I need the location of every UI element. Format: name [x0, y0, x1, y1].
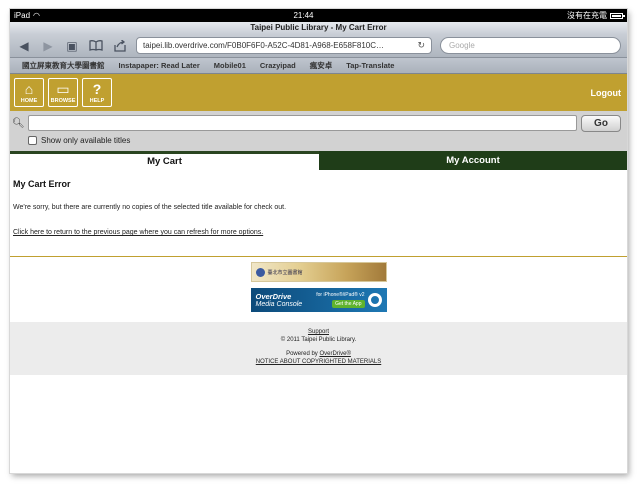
search-icon: 🔍︎ — [12, 117, 25, 129]
help-button[interactable]: ? HELP — [82, 78, 112, 107]
show-available-checkbox[interactable] — [28, 136, 37, 145]
bookmarks-bar: 國立屏東教育大學圖書館 Instapaper: Read Later Mobil… — [10, 58, 627, 74]
get-app-label: Get the App — [332, 300, 365, 308]
divider — [10, 256, 627, 257]
cart-error-content: My Cart Error We're sorry, but there are… — [10, 170, 627, 256]
overdrive-subtitle: Media Console — [255, 300, 303, 308]
help-label: HELP — [89, 98, 105, 104]
address-bar[interactable]: taipei.lib.overdrive.com/F0B0F6F0-A52C-4… — [136, 37, 432, 54]
overdrive-title: OverDrive — [255, 291, 292, 301]
site-footer: Support © 2011 Taipei Public Library. Po… — [10, 322, 627, 375]
reload-icon[interactable]: ↻ — [417, 40, 425, 51]
copyright-notice-link[interactable]: NOTICE ABOUT COPYRIGHTED MATERIALS — [10, 359, 627, 365]
book-icon: ▭ — [56, 81, 70, 97]
home-label: HOME — [20, 98, 38, 104]
overdrive-link[interactable]: OverDrive® — [319, 351, 350, 357]
forward-arrow-icon[interactable]: ▶ — [40, 38, 56, 54]
bookmark-item[interactable]: 國立屏東教育大學圖書館 — [22, 60, 105, 71]
browser-search-input[interactable]: Google — [440, 37, 621, 54]
browse-button[interactable]: ▭ BROWSE — [48, 78, 78, 107]
pages-icon[interactable]: ▣ — [64, 38, 80, 54]
share-icon[interactable] — [112, 38, 128, 54]
account-tabs: My Cart My Account — [10, 151, 627, 170]
browser-page-title: Taipei Public Library - My Cart Error — [10, 22, 627, 34]
site-header: ⌂ HOME ▭ BROWSE ? HELP Logout — [10, 74, 627, 111]
home-icon: ⌂ — [24, 81, 34, 97]
battery-status-text: 沒有在充電 — [567, 11, 607, 20]
back-arrow-icon[interactable]: ◀ — [16, 38, 32, 54]
status-bar: iPad ◠ 21:44 沒有在充電 — [10, 9, 627, 22]
catalog-search-input[interactable] — [28, 115, 577, 131]
wifi-icon: ◠ — [33, 11, 40, 20]
go-button[interactable]: Go — [581, 114, 621, 132]
powered-by-text: Powered by — [286, 351, 320, 357]
support-link[interactable]: Support — [10, 329, 627, 335]
bookmark-item[interactable]: 瘋安卓 — [310, 60, 333, 71]
battery-icon — [610, 12, 625, 19]
bookmark-item[interactable]: Tap-Translate — [346, 61, 394, 70]
overdrive-devices: for iPhone®/iPad® v2 — [316, 292, 365, 298]
library-banner[interactable]: 臺北市立圖書館 — [250, 262, 387, 282]
library-seal-icon — [255, 267, 265, 277]
copyright-text: © 2011 Taipei Public Library. — [280, 337, 357, 343]
page-heading: My Cart Error — [13, 179, 71, 189]
bookmark-item[interactable]: Instapaper: Read Later — [119, 61, 200, 70]
bookmarks-book-icon[interactable] — [88, 38, 104, 54]
ipad-screen: iPad ◠ 21:44 沒有在充電 Taipei Public Library… — [10, 9, 627, 473]
overdrive-logo-icon — [367, 293, 382, 307]
clock: 21:44 — [293, 11, 314, 20]
browse-label: BROWSE — [50, 98, 76, 104]
library-banner-text: 臺北市立圖書館 — [267, 269, 303, 276]
return-link[interactable]: Click here to return to the previous pag… — [13, 229, 263, 236]
show-available-label: Show only available titles — [41, 136, 131, 145]
tab-my-account[interactable]: My Account — [319, 151, 627, 170]
error-message: We're sorry, but there are currently no … — [13, 204, 287, 211]
address-url: taipei.lib.overdrive.com/F0B0F6F0-A52C-4… — [143, 41, 384, 50]
tab-my-cart[interactable]: My Cart — [10, 151, 319, 170]
overdrive-app-banner[interactable]: OverDrive Media Console for iPhone®/iPad… — [250, 288, 387, 312]
home-button[interactable]: ⌂ HOME — [14, 78, 44, 107]
catalog-search-bar: 🔍︎ Go Show only available titles — [10, 111, 627, 151]
bookmark-item[interactable]: Crazyipad — [260, 61, 296, 70]
device-label: iPad — [14, 11, 31, 20]
bookmark-item[interactable]: Mobile01 — [214, 61, 246, 70]
footer-banners: 臺北市立圖書館 OverDrive Media Console for iPho… — [10, 262, 627, 322]
logout-link[interactable]: Logout — [591, 88, 622, 98]
help-icon: ? — [92, 81, 102, 97]
browser-toolbar: ◀ ▶ ▣ taipei.lib.overdrive.com/F0B0F6F0-… — [10, 34, 627, 58]
